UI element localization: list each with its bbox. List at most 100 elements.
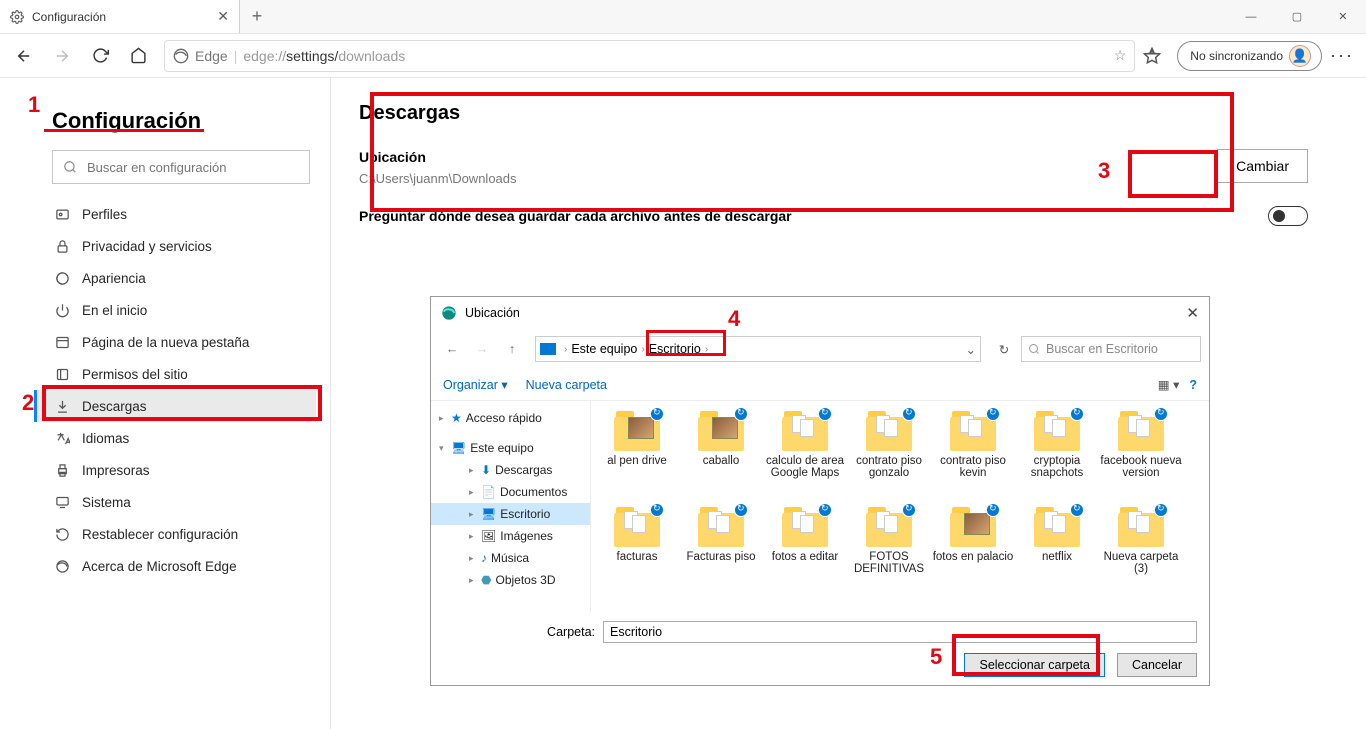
file-item[interactable]: al pen drive <box>595 409 679 505</box>
search-placeholder: Buscar en configuración <box>87 160 226 175</box>
menu-reset[interactable]: Restablecer configuración <box>34 518 316 550</box>
dlg-back-button[interactable]: ← <box>439 342 465 356</box>
crumb-thispc[interactable]: Este equipo <box>571 342 637 356</box>
menu-label: Página de la nueva pestaña <box>82 335 249 350</box>
location-path: C:\Users\juanm\Downloads <box>359 171 517 186</box>
file-item[interactable]: fotos en palacio <box>931 505 1015 601</box>
file-item[interactable]: facturas <box>595 505 679 601</box>
tree-quick-access[interactable]: ▸★Acceso rápido <box>431 407 590 429</box>
dialog-toolbar: Organizar ▾ Nueva carpeta ▦ ▾ ? <box>431 369 1209 401</box>
menu-privacy[interactable]: Privacidad y servicios <box>34 230 316 262</box>
address-bar[interactable]: Edge | edge://settings/downloads ☆ <box>164 40 1135 72</box>
dialog-close-icon[interactable]: ✕ <box>1186 304 1199 322</box>
tree-documents[interactable]: ▸📄Documentos <box>431 481 590 503</box>
titlebar: Configuración ✕ + — ▢ ✕ <box>0 0 1366 34</box>
new-folder-button[interactable]: Nueva carpeta <box>526 378 607 392</box>
crumb-dropdown-icon[interactable]: ⌄ <box>966 342 976 357</box>
menu-profiles[interactable]: Perfiles <box>34 198 316 230</box>
menu-newtab[interactable]: Página de la nueva pestaña <box>34 326 316 358</box>
browser-toolbar: Edge | edge://settings/downloads ☆ No si… <box>0 34 1366 78</box>
dialog-breadcrumb[interactable]: › Este equipo › Escritorio › ⌄ <box>535 336 981 362</box>
power-icon <box>52 303 72 318</box>
tree-downloads[interactable]: ▸⬇Descargas <box>431 459 590 481</box>
file-label: al pen drive <box>607 455 666 467</box>
file-item[interactable]: netflix <box>1015 505 1099 601</box>
refresh-button[interactable] <box>82 38 118 74</box>
file-item[interactable]: cryptopia snapchots <box>1015 409 1099 505</box>
menu-label: Descargas <box>82 399 147 414</box>
change-button[interactable]: Cambiar <box>1217 149 1308 183</box>
star-outline-icon[interactable]: ☆ <box>1114 47 1127 64</box>
settings-search-input[interactable]: Buscar en configuración <box>52 150 310 184</box>
browser-tab[interactable]: Configuración ✕ <box>0 0 240 33</box>
file-item[interactable]: FOTOS DEFINITIVAS <box>847 505 931 601</box>
more-button[interactable]: ··· <box>1324 38 1360 74</box>
menu-languages[interactable]: Idiomas <box>34 422 316 454</box>
file-item[interactable]: contrato piso gonzalo <box>847 409 931 505</box>
menu-about[interactable]: Acerca de Microsoft Edge <box>34 550 316 582</box>
newtab-icon <box>52 335 72 350</box>
menu-label: Impresoras <box>82 463 150 478</box>
organize-button[interactable]: Organizar ▾ <box>443 377 508 392</box>
help-button[interactable]: ? <box>1189 378 1197 392</box>
file-item[interactable]: contrato piso kevin <box>931 409 1015 505</box>
close-tab-icon[interactable]: ✕ <box>217 8 229 25</box>
ask-toggle[interactable] <box>1268 206 1308 226</box>
menu-label: En el inicio <box>82 303 147 318</box>
dialog-search-input[interactable]: Buscar en Escritorio <box>1021 336 1201 362</box>
reset-icon <box>52 527 72 542</box>
sync-status-pill[interactable]: No sincronizando 👤 <box>1177 41 1322 71</box>
menu-permissions[interactable]: Permisos del sitio <box>34 358 316 390</box>
lock-icon <box>52 239 72 254</box>
back-button[interactable] <box>6 38 42 74</box>
tree-music[interactable]: ▸♪Música <box>431 547 590 569</box>
edge-about-icon <box>52 559 72 574</box>
dialog-file-grid: al pen drive caballo calculo de area Googl… <box>591 401 1209 613</box>
forward-button[interactable] <box>44 38 80 74</box>
file-item[interactable]: calculo de area Google Maps <box>763 409 847 505</box>
sync-label: No sincronizando <box>1190 49 1283 63</box>
menu-startup[interactable]: En el inicio <box>34 294 316 326</box>
callout-num-3: 3 <box>1098 158 1110 184</box>
tree-3d-objects[interactable]: ▸⬣Objetos 3D <box>431 569 590 591</box>
cancel-button[interactable]: Cancelar <box>1117 653 1197 677</box>
url-mid: settings/ <box>286 48 338 64</box>
file-label: contrato piso gonzalo <box>847 455 931 479</box>
minimize-button[interactable]: — <box>1228 0 1274 33</box>
tree-desktop[interactable]: ▸🖥Escritorio <box>431 503 590 525</box>
file-item[interactable]: Facturas piso <box>679 505 763 601</box>
close-window-button[interactable]: ✕ <box>1320 0 1366 33</box>
new-tab-button[interactable]: + <box>240 0 274 33</box>
tree-this-pc[interactable]: ▾🖥Este equipo <box>431 437 590 459</box>
file-item[interactable]: caballo <box>679 409 763 505</box>
file-label: facebook nueva version <box>1099 455 1183 479</box>
dialog-title: Ubicación <box>465 306 520 320</box>
tab-title: Configuración <box>32 10 106 24</box>
edge-dialog-icon <box>441 305 457 321</box>
home-button[interactable] <box>120 38 156 74</box>
dlg-search-placeholder: Buscar en Escritorio <box>1046 342 1158 356</box>
menu-label: Perfiles <box>82 207 127 222</box>
view-button[interactable]: ▦ ▾ <box>1158 377 1180 392</box>
file-label: caballo <box>703 455 739 467</box>
menu-system[interactable]: Sistema <box>34 486 316 518</box>
menu-downloads[interactable]: Descargas <box>34 390 316 422</box>
menu-appearance[interactable]: Apariencia <box>34 262 316 294</box>
crumb-desktop[interactable]: Escritorio <box>649 342 701 356</box>
favorites-button[interactable] <box>1143 47 1175 65</box>
gear-icon <box>10 10 24 24</box>
dlg-refresh-button[interactable]: ↻ <box>991 342 1017 357</box>
select-folder-button[interactable]: Seleccionar carpeta <box>964 653 1104 677</box>
menu-printers[interactable]: Impresoras <box>34 454 316 486</box>
tree-images[interactable]: ▸🖼Imágenes <box>431 525 590 547</box>
file-item[interactable]: Nueva carpeta (3) <box>1099 505 1183 601</box>
location-label: Ubicación <box>359 149 517 165</box>
file-item[interactable]: fotos a editar <box>763 505 847 601</box>
maximize-button[interactable]: ▢ <box>1274 0 1320 33</box>
dlg-forward-button[interactable]: → <box>469 342 495 356</box>
file-item[interactable]: facebook nueva version <box>1099 409 1183 505</box>
file-label: facturas <box>617 551 658 563</box>
ask-label: Preguntar dónde desea guardar cada archi… <box>359 208 792 224</box>
folder-name-input[interactable] <box>603 621 1197 643</box>
dlg-up-button[interactable]: ↑ <box>499 342 525 356</box>
